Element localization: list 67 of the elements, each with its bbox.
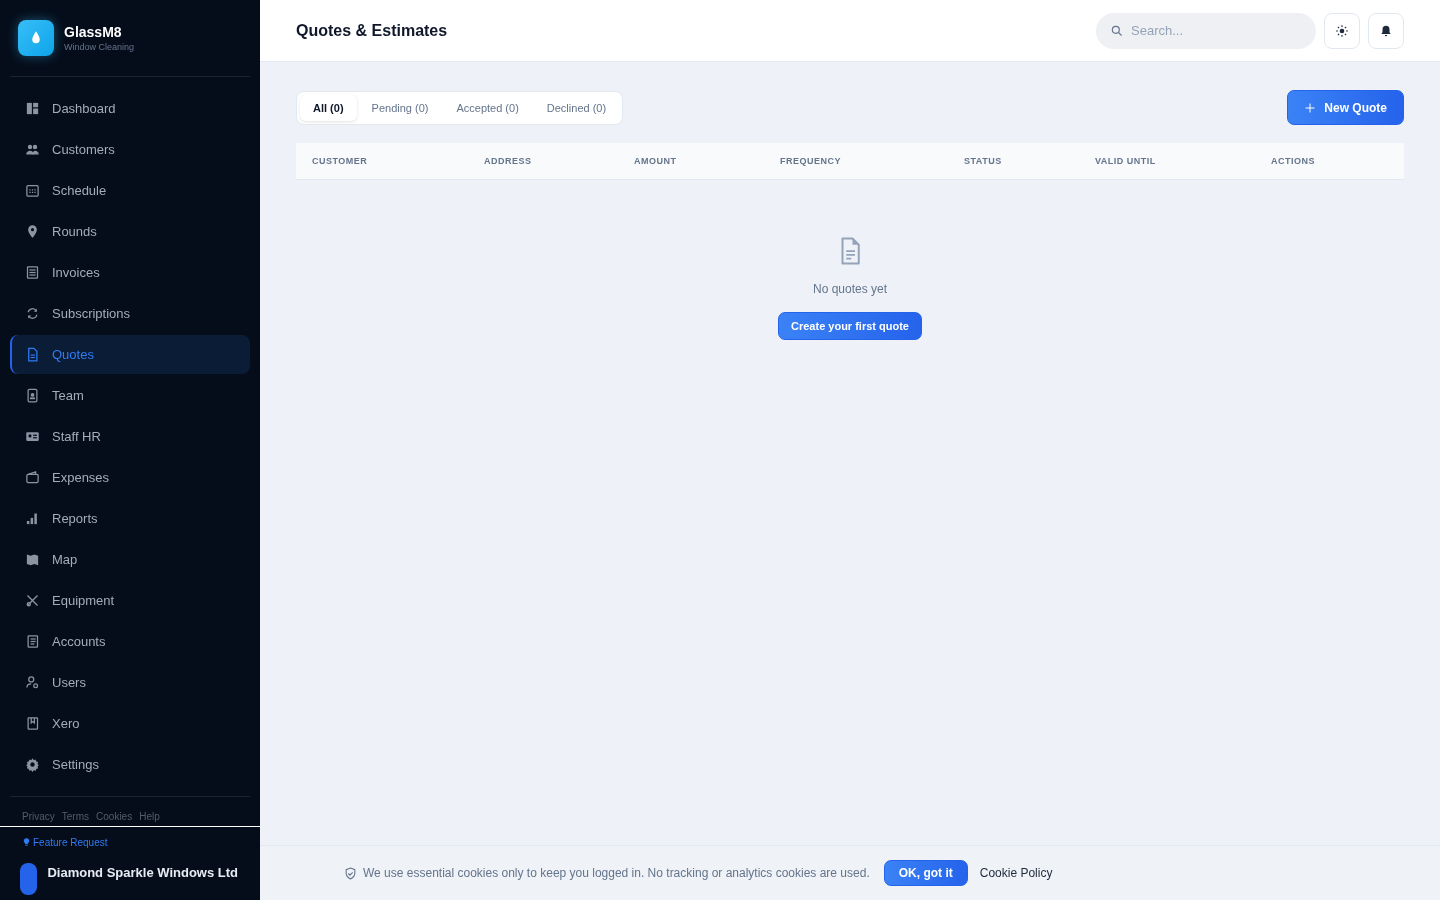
- new-quote-button[interactable]: New Quote: [1287, 90, 1404, 125]
- map-pin-icon: [25, 224, 40, 239]
- account-name: Diamond Sparkle Windows Ltd: [47, 865, 238, 880]
- nav-item[interactable]: Dashboard: [10, 89, 250, 128]
- nav-item[interactable]: Expenses: [10, 458, 250, 497]
- droplet-logo-icon: [18, 20, 54, 56]
- shield-check-icon: [344, 866, 357, 880]
- filter-tab[interactable]: All (0): [300, 94, 357, 121]
- nav-item[interactable]: Users: [10, 663, 250, 702]
- user-gear-icon: [25, 675, 40, 690]
- bar-chart-icon: [25, 511, 40, 526]
- gear-icon: [25, 757, 40, 772]
- sun-icon: [1335, 23, 1349, 38]
- nav-item[interactable]: Customers: [10, 130, 250, 169]
- wallet-icon: [25, 470, 40, 485]
- brand-tagline: Window Cleaning: [64, 42, 135, 52]
- map-icon: [25, 552, 40, 567]
- calendar-icon: [25, 183, 40, 198]
- create-quote-button[interactable]: Create your first quote: [778, 312, 922, 340]
- column-header: FREQUENCY: [780, 156, 842, 166]
- nav-item[interactable]: Reports: [10, 499, 250, 538]
- bookmark-book-icon: [25, 716, 40, 731]
- search-field[interactable]: Search...: [1096, 12, 1316, 49]
- cookie-notice-text: We use essential cookies only to keep you logged in. No tracking or analytics cookies are used.: [363, 866, 870, 880]
- nav-item[interactable]: Accounts: [10, 622, 250, 661]
- column-header: VALID UNTIL: [1095, 156, 1157, 166]
- column-header: ADDRESS: [484, 156, 533, 166]
- nav-item[interactable]: Equipment: [10, 581, 250, 620]
- nav-item[interactable]: Invoices: [10, 253, 250, 292]
- nav-item[interactable]: Map: [10, 540, 250, 579]
- column-header: STATUS: [964, 156, 1003, 166]
- column-header: AMOUNT: [634, 156, 678, 166]
- filter-tab[interactable]: Pending (0): [358, 94, 442, 121]
- cookie-policy-link[interactable]: Cookie Policy: [979, 866, 1053, 880]
- accept-cookies-button[interactable]: OK, got it: [883, 860, 968, 886]
- badge-icon: [25, 388, 40, 403]
- filter-tab[interactable]: Accepted (0): [443, 94, 532, 121]
- nav-item[interactable]: Staff HR: [10, 417, 250, 456]
- tools-icon: [25, 593, 40, 608]
- bell-icon: [1379, 23, 1393, 38]
- column-header: ACTIONS: [1271, 156, 1316, 166]
- nav-item[interactable]: Quotes: [10, 335, 250, 374]
- nav-item[interactable]: Rounds: [10, 212, 250, 251]
- nav-item[interactable]: Team: [10, 376, 250, 415]
- column-header: CUSTOMER: [312, 156, 369, 166]
- ledger-icon: [25, 634, 40, 649]
- nav-item[interactable]: Settings: [10, 745, 250, 784]
- nav-item[interactable]: Xero: [10, 704, 250, 743]
- notifications-button[interactable]: [1368, 12, 1404, 49]
- nav-item[interactable]: Subscriptions: [10, 294, 250, 333]
- page-title: Quotes & Estimates: [296, 21, 448, 40]
- id-card-icon: [25, 429, 40, 444]
- document-list-icon: [25, 265, 40, 280]
- nav-item[interactable]: Schedule: [10, 171, 250, 210]
- brand-name: GlassM8: [64, 24, 123, 40]
- theme-toggle-button[interactable]: [1324, 12, 1360, 49]
- people-icon: [25, 142, 40, 157]
- document-icon: [25, 347, 40, 362]
- empty-message: No quotes yet: [812, 282, 887, 296]
- plus-icon: [1304, 101, 1317, 114]
- lightbulb-icon: [22, 837, 31, 847]
- feature-request-link[interactable]: Feature Request: [22, 836, 108, 848]
- avatar: [20, 863, 38, 895]
- search-icon: [1110, 23, 1124, 38]
- refresh-icon: [25, 306, 40, 321]
- filter-tab[interactable]: Declined (0): [533, 94, 620, 121]
- dashboard-icon: [25, 101, 40, 116]
